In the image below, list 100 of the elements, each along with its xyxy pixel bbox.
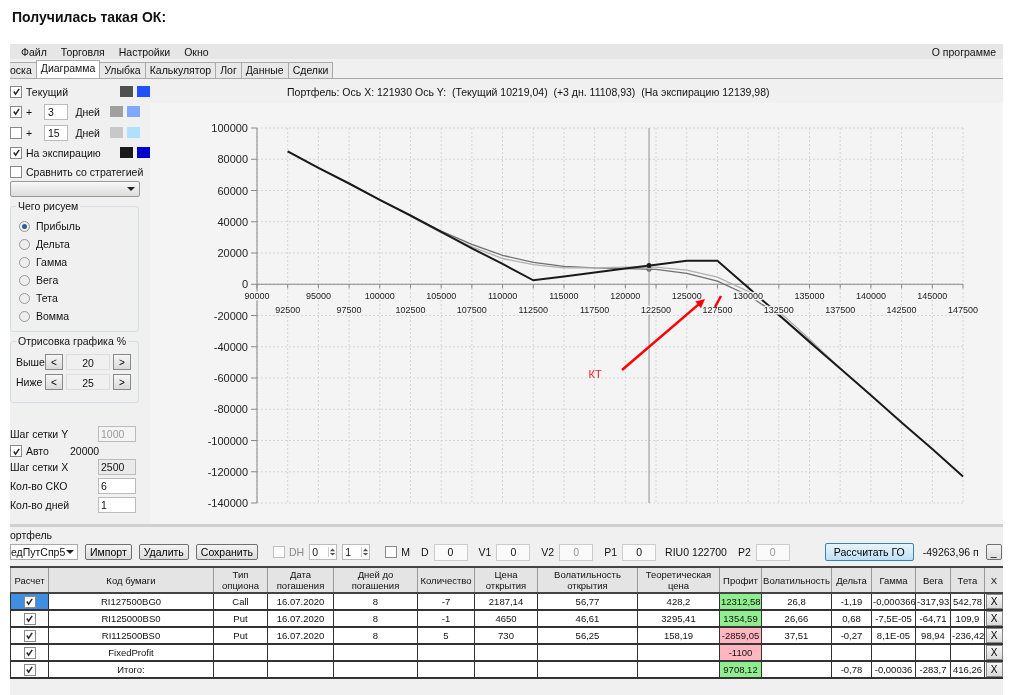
tab[interactable]: Лог xyxy=(215,62,242,78)
menu-item[interactable]: О программе xyxy=(924,45,1003,58)
column-header[interactable]: Теоретическая цена xyxy=(637,567,720,593)
tab[interactable]: Сделки xyxy=(287,62,334,78)
strategy-dropdown[interactable] xyxy=(10,181,140,197)
column-header[interactable]: Количество xyxy=(417,567,475,593)
remove-button[interactable]: X xyxy=(985,645,1003,660)
menu-item[interactable]: Настройки xyxy=(111,45,178,58)
checkbox[interactable] xyxy=(10,105,22,118)
toolbar-button[interactable]: Импорт xyxy=(85,544,132,560)
portfolio-dropdown[interactable]: едПутСпр5 xyxy=(10,544,78,560)
caret-icon xyxy=(127,187,135,191)
tab[interactable]: Калькулятор xyxy=(144,62,217,78)
increase-button[interactable]: > xyxy=(113,354,131,370)
column-header[interactable]: Вега xyxy=(915,567,951,593)
color-swatch[interactable] xyxy=(137,147,150,158)
color-swatch[interactable] xyxy=(137,86,150,97)
column-header[interactable]: Дней до погашения xyxy=(333,567,418,593)
column-header[interactable]: Цена открытия xyxy=(474,567,538,593)
remove-button[interactable]: X xyxy=(985,594,1003,609)
color-swatch[interactable] xyxy=(110,127,123,138)
color-swatch[interactable] xyxy=(120,86,133,97)
column-header[interactable]: Дельта xyxy=(831,567,872,593)
radio-button[interactable] xyxy=(19,238,30,250)
column-header[interactable]: Код бумаги xyxy=(48,567,214,593)
axis-label: 117500 xyxy=(579,305,610,316)
checkbox[interactable] xyxy=(23,663,36,676)
table-cell: 26,66 xyxy=(761,610,832,627)
menu-item[interactable]: Файл xyxy=(14,45,54,58)
input-field[interactable]: 0 xyxy=(622,543,657,561)
color-swatch[interactable] xyxy=(120,147,133,158)
column-header[interactable]: Волатильность открытия xyxy=(537,567,638,593)
decrease-button[interactable]: < xyxy=(45,354,63,370)
toolbar-button[interactable]: Сохранить xyxy=(195,544,258,560)
toolbar-button[interactable]: _ xyxy=(985,544,1002,560)
range-value-field: 25 xyxy=(66,374,110,390)
table-cell: RI127500BG0 xyxy=(48,593,214,610)
column-header[interactable]: Гамма xyxy=(871,567,916,593)
table-cell: -0,00036 xyxy=(871,661,916,678)
radio-button[interactable] xyxy=(19,220,30,232)
axis-label: 115000 xyxy=(549,291,579,302)
table-cell: 2187,14 xyxy=(474,593,538,610)
checkbox[interactable] xyxy=(23,646,36,659)
axis-label: 135000 xyxy=(794,291,825,302)
table-cell[interactable] xyxy=(10,661,49,678)
tab[interactable]: Улыбка xyxy=(99,62,146,78)
checkbox[interactable] xyxy=(10,85,22,98)
table-cell[interactable] xyxy=(10,627,49,644)
input-field[interactable]: 1 xyxy=(98,497,136,513)
remove-button[interactable]: X xyxy=(985,662,1003,677)
column-header[interactable]: Тип опциона xyxy=(213,567,268,593)
remove-button[interactable]: X xyxy=(985,611,1003,626)
input-field[interactable]: 6 xyxy=(98,478,136,494)
checkbox[interactable] xyxy=(23,629,36,642)
tab[interactable]: Диаграмма xyxy=(35,60,101,78)
input-field[interactable]: 0 xyxy=(496,543,531,561)
radio-button[interactable] xyxy=(19,310,30,322)
column-header[interactable]: Дата погашения xyxy=(267,567,334,593)
column-header[interactable]: Расчет xyxy=(10,567,49,593)
input-field[interactable]: 2500 xyxy=(98,459,136,475)
table-cell[interactable] xyxy=(10,610,49,627)
color-swatch[interactable] xyxy=(110,106,123,117)
table-cell: 5 xyxy=(417,627,475,644)
tab[interactable]: Данные xyxy=(240,62,289,78)
radio-button[interactable] xyxy=(19,256,30,268)
table-cell: -1,19 xyxy=(831,593,872,610)
toolbar-button[interactable]: Удалить xyxy=(138,544,189,560)
auto-value: 20000 xyxy=(70,445,100,457)
table-cell: 56,77 xyxy=(537,593,638,610)
checkbox[interactable] xyxy=(385,546,398,558)
table-cell[interactable] xyxy=(10,644,49,661)
checkbox[interactable] xyxy=(10,165,22,178)
days-field[interactable]: 15 xyxy=(44,124,68,141)
checkbox[interactable] xyxy=(10,126,22,139)
number-spinner[interactable]: 0 xyxy=(309,544,338,560)
checkbox[interactable] xyxy=(10,146,22,159)
checkbox[interactable] xyxy=(23,612,36,625)
increase-button[interactable]: > xyxy=(113,374,131,390)
color-swatch[interactable] xyxy=(127,106,140,117)
number-spinner[interactable]: 1 xyxy=(342,544,371,560)
column-header[interactable]: Тета xyxy=(950,567,985,593)
group-title: Отрисовка графика % xyxy=(16,335,128,347)
axis-label: 140000 xyxy=(855,291,886,302)
checkbox[interactable] xyxy=(10,445,22,457)
tab[interactable]: оска xyxy=(10,62,37,78)
column-header[interactable]: Профит xyxy=(719,567,762,593)
group-title: Чего рисуем xyxy=(16,200,81,212)
radio-button[interactable] xyxy=(19,292,30,304)
decrease-button[interactable]: < xyxy=(45,374,63,390)
checkbox[interactable] xyxy=(23,595,36,608)
calculate-button[interactable]: Рассчитать ГО xyxy=(824,543,914,561)
menu-item[interactable]: Торговля xyxy=(53,45,112,58)
column-header[interactable]: Волатильность xyxy=(761,567,832,593)
axis-label: 112500 xyxy=(518,305,548,316)
input-field[interactable]: 0 xyxy=(433,543,468,561)
menu-item[interactable]: Окно xyxy=(177,45,216,58)
radio-button[interactable] xyxy=(19,274,30,286)
remove-button[interactable]: X xyxy=(985,628,1003,643)
days-field[interactable]: 3 xyxy=(44,103,68,120)
color-swatch[interactable] xyxy=(127,127,140,138)
